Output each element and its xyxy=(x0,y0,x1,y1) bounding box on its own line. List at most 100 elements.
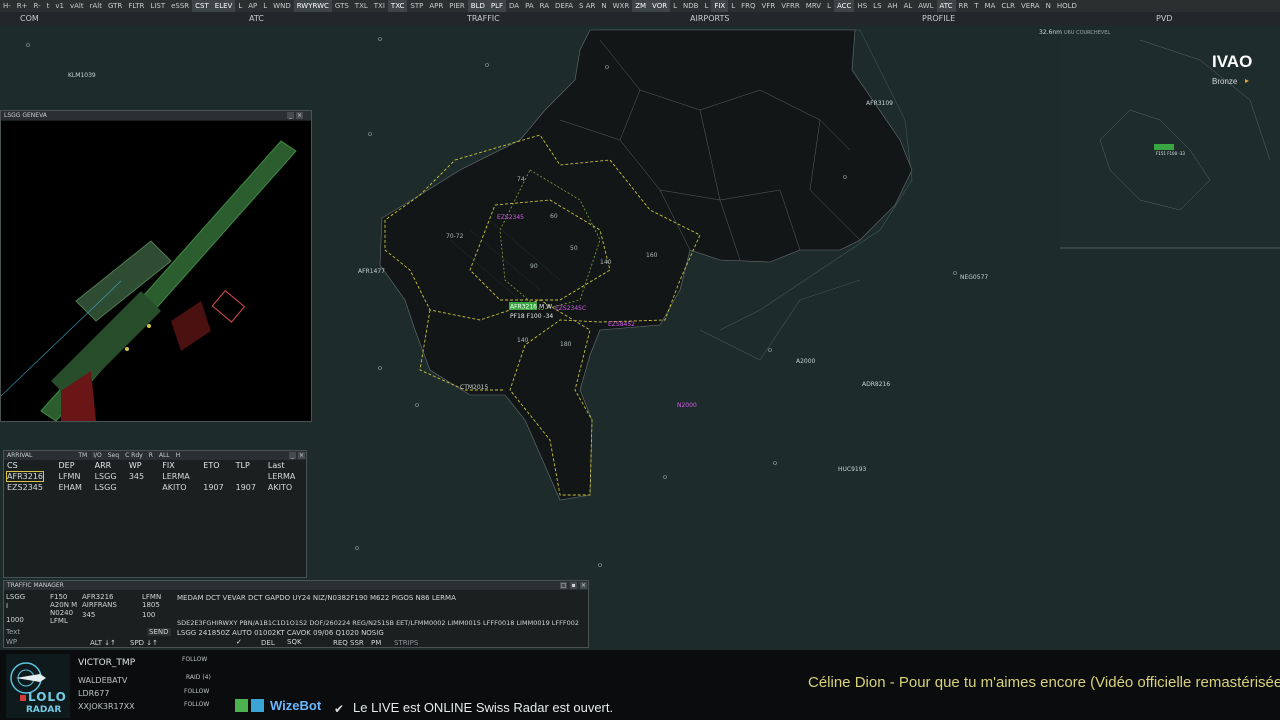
toolbar-button[interactable]: HOLD xyxy=(1054,0,1080,12)
toolbar-button[interactable]: VFRR xyxy=(778,0,803,12)
toolbar-button[interactable]: PIER xyxy=(446,0,468,12)
ground-view-window[interactable]: LSGG GENEVA _ × LSGG 241850Z AUTO VRB01K… xyxy=(0,110,312,422)
minimize-button[interactable]: _ xyxy=(287,112,294,119)
column-header[interactable]: WP xyxy=(126,460,152,471)
toolbar-button[interactable]: AWL xyxy=(915,0,936,12)
tab-h[interactable]: H xyxy=(176,451,181,460)
close-button[interactable]: × xyxy=(296,112,303,119)
column-header[interactable]: ETO xyxy=(200,460,232,471)
table-row[interactable]: AFR3216 LFMN LSGG 345 LERMA LERMA xyxy=(4,471,306,482)
toolbar-button[interactable]: eSSR xyxy=(168,0,192,12)
toolbar-button[interactable]: R+ xyxy=(14,0,31,12)
req-ssr-button[interactable]: REQ SSR xyxy=(333,639,364,647)
toolbar-button[interactable]: vAlt xyxy=(67,0,87,12)
menu-atc[interactable]: ATC xyxy=(249,12,264,26)
toolbar-button[interactable]: L xyxy=(728,0,738,12)
tab-c-rdy[interactable]: C Rdy xyxy=(125,451,143,460)
toolbar-button[interactable]: RWYRWC xyxy=(293,0,332,12)
toolbar-button[interactable]: TXL xyxy=(352,0,371,12)
tab-io[interactable]: I/O xyxy=(93,451,102,460)
toolbar-button[interactable]: DEFA xyxy=(552,0,576,12)
toolbar-button[interactable]: WXR xyxy=(610,0,633,12)
tab-seq[interactable]: Seq xyxy=(108,451,119,460)
toolbar-button[interactable]: CLR xyxy=(998,0,1018,12)
toolbar-button[interactable]: H- xyxy=(0,0,14,12)
column-header[interactable]: CS xyxy=(4,460,55,471)
column-header[interactable]: TLP xyxy=(233,460,265,471)
toolbar-button[interactable]: RR xyxy=(956,0,972,12)
toolbar-button[interactable]: ACC xyxy=(834,0,855,12)
toolbar-button[interactable]: PA xyxy=(522,0,537,12)
toolbar-button[interactable]: LS xyxy=(870,0,884,12)
pm-button[interactable]: PM xyxy=(371,639,381,647)
column-header[interactable] xyxy=(152,460,159,471)
toolbar-button[interactable]: DA xyxy=(506,0,522,12)
restore-button[interactable]: □ xyxy=(560,582,567,589)
toolbar-button[interactable]: RA xyxy=(537,0,552,12)
menu-airports[interactable]: AIRPORTS xyxy=(690,12,729,26)
tab-tm[interactable]: TM xyxy=(78,451,87,460)
toolbar-button[interactable]: MRV xyxy=(803,0,824,12)
selected-callsign[interactable]: AFR3216 xyxy=(6,471,44,482)
toolbar-button[interactable]: HS xyxy=(854,0,870,12)
toolbar-button[interactable]: VERA xyxy=(1018,0,1043,12)
toolbar-button[interactable]: GTS xyxy=(332,0,352,12)
menu-traffic[interactable]: TRAFFIC xyxy=(467,12,500,26)
toolbar-button[interactable]: VOR xyxy=(649,0,671,12)
toolbar-button[interactable]: FLTR xyxy=(125,0,147,12)
pin-button[interactable]: ▪ xyxy=(570,582,577,589)
toolbar-button[interactable]: L xyxy=(235,0,245,12)
toolbar-button[interactable]: AP xyxy=(245,0,260,12)
toolbar-button[interactable]: BLD xyxy=(467,0,488,12)
toolbar-button[interactable]: GTR xyxy=(105,0,125,12)
arrival-list-window[interactable]: ARRIVAL TM I/O Seq C Rdy R ALL H _ × CS D… xyxy=(3,450,307,578)
toolbar-button[interactable]: v1 xyxy=(52,0,67,12)
toolbar-button[interactable]: T xyxy=(971,0,981,12)
column-header[interactable]: Last xyxy=(265,460,306,471)
toolbar-button[interactable]: R- xyxy=(31,0,44,12)
toolbar-button[interactable]: CST xyxy=(192,0,212,12)
toolbar-button[interactable]: AL xyxy=(901,0,916,12)
toolbar-button[interactable]: ELEV xyxy=(211,0,236,12)
toolbar-button[interactable]: N xyxy=(1043,0,1054,12)
toolbar-button[interactable]: L xyxy=(824,0,834,12)
toolbar-button[interactable]: rAlt xyxy=(87,0,105,12)
toolbar-button[interactable]: N xyxy=(598,0,609,12)
toolbar-button[interactable]: NDB xyxy=(680,0,701,12)
sqk-button[interactable]: SQK xyxy=(287,638,302,646)
minimize-button[interactable]: _ xyxy=(289,452,296,459)
menu-com[interactable]: COM xyxy=(20,12,39,26)
tab-all[interactable]: ALL xyxy=(159,451,170,460)
tab-r[interactable]: R xyxy=(149,451,153,460)
toolbar-button[interactable]: MA xyxy=(982,0,999,12)
close-button[interactable]: × xyxy=(580,582,587,589)
toolbar-button[interactable]: LIST xyxy=(147,0,168,12)
toolbar-button[interactable]: ATC xyxy=(936,0,956,12)
tm-text-input[interactable]: Text xyxy=(6,628,20,636)
close-button[interactable]: × xyxy=(298,452,305,459)
column-header[interactable]: FIX xyxy=(159,460,200,471)
toolbar-button[interactable]: TXC xyxy=(387,0,408,12)
del-button[interactable]: DEL xyxy=(261,639,275,647)
traffic-manager-window[interactable]: TRAFFIC MANAGER □ ▪ × LSGG I 1000 Text W… xyxy=(3,580,589,648)
toolbar-button[interactable]: S AR xyxy=(576,0,598,12)
send-button[interactable]: SEND xyxy=(147,628,171,636)
strips-button[interactable]: STRIPS xyxy=(394,639,418,647)
table-row[interactable]: EZS2345 EHAM LSGG AKITO 1907 1907 AKITO xyxy=(4,482,306,493)
toolbar-button[interactable]: WND xyxy=(270,0,294,12)
toolbar-button[interactable]: L xyxy=(701,0,711,12)
column-header[interactable]: ARR xyxy=(92,460,126,471)
confirm-check-icon[interactable]: ✓ xyxy=(236,638,242,646)
toolbar-button[interactable]: APR xyxy=(426,0,446,12)
tm-wp-select[interactable]: WP xyxy=(6,638,17,646)
toolbar-button[interactable]: TXI xyxy=(371,0,388,12)
toolbar-button[interactable]: FIX xyxy=(711,0,729,12)
menu-profile[interactable]: PROFILE xyxy=(922,12,955,26)
toolbar-button[interactable]: ZM xyxy=(632,0,650,12)
toolbar-button[interactable]: L xyxy=(670,0,680,12)
toolbar-button[interactable]: VFR xyxy=(759,0,779,12)
toolbar-button[interactable]: FRQ xyxy=(738,0,758,12)
toolbar-button[interactable]: L xyxy=(260,0,270,12)
toolbar-button[interactable]: t xyxy=(44,0,53,12)
toolbar-button[interactable]: STP xyxy=(407,0,426,12)
